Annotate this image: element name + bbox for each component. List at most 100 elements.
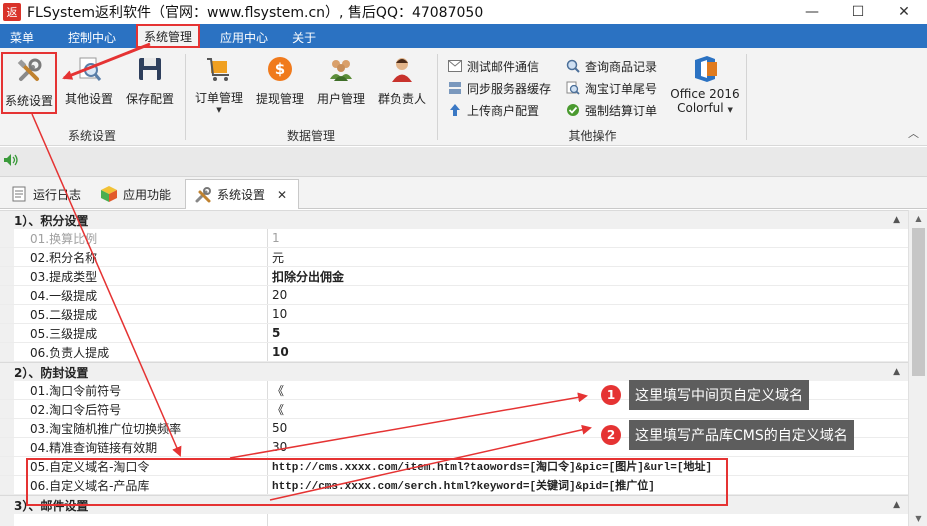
ribbon-separator xyxy=(437,54,438,140)
force-settle-order-label: 强制结算订单 xyxy=(585,103,658,118)
tab-run-log[interactable]: 运行日志 xyxy=(6,179,87,209)
office-theme-label-line2: Colorful ▼ xyxy=(677,101,733,115)
menu-bar: 菜单 控制中心 系统管理 应用中心 关于 xyxy=(0,24,927,48)
sync-cache-label: 同步服务器缓存 xyxy=(467,81,552,96)
log-document-icon xyxy=(10,185,28,203)
search-document-icon xyxy=(566,81,580,95)
upload-merchant-config-label: 上传商户配置 xyxy=(467,103,540,118)
taobao-order-suffix-button[interactable]: 淘宝订单尾号 xyxy=(566,78,657,98)
ribbon-separator xyxy=(185,54,186,140)
taobao-order-suffix-label: 淘宝订单尾号 xyxy=(585,81,658,96)
server-sync-icon xyxy=(448,81,462,95)
system-settings-label: 系统设置 xyxy=(4,94,53,108)
annotation-1: 1 这里填写中间页自定义域名 xyxy=(601,380,809,410)
withdraw-management-button[interactable]: $ 提现管理 xyxy=(251,52,309,114)
table-row[interactable]: 01.换算比例 1 xyxy=(0,229,908,248)
tab-system-settings[interactable]: 系统设置 ✕ xyxy=(185,179,299,209)
collapse-icon[interactable]: ▲ xyxy=(893,500,900,510)
shopping-cart-icon xyxy=(204,54,234,83)
user-management-button[interactable]: 用户管理 xyxy=(312,52,370,114)
table-row[interactable] xyxy=(0,514,908,526)
save-config-button[interactable]: 保存配置 xyxy=(121,52,179,114)
group-label-system-settings: 系统设置 xyxy=(67,129,116,143)
save-config-label: 保存配置 xyxy=(125,92,174,106)
collapse-icon[interactable]: ▲ xyxy=(893,367,900,377)
minimize-button[interactable]: — xyxy=(789,0,835,24)
order-management-button[interactable]: 订单管理 ▼ xyxy=(190,52,248,114)
app-icon: 返 xyxy=(3,3,21,21)
force-settle-order-button[interactable]: 强制结算订单 xyxy=(566,100,657,120)
search-icon xyxy=(566,59,580,73)
query-product-records-label: 查询商品记录 xyxy=(585,59,658,74)
check-circle-icon xyxy=(566,103,580,117)
other-settings-label: 其他设置 xyxy=(64,92,113,106)
collapse-icon[interactable]: ▲ xyxy=(893,215,900,225)
menu-tab-system-management[interactable]: 系统管理 xyxy=(136,24,201,48)
svg-text:$: $ xyxy=(275,60,285,78)
floppy-disk-icon xyxy=(135,54,165,84)
ribbon-group-other-ops: 测试邮件通信 同步服务器缓存 上传商户配置 查询商品记录 淘宝订单尾号 强制结算… xyxy=(440,48,745,146)
ribbon-separator xyxy=(746,54,747,140)
table-row[interactable]: 05.三级提成 5 xyxy=(0,324,908,343)
annotation-text: 这里填写产品库CMS的自定义域名 xyxy=(629,420,854,450)
upload-merchant-config-button[interactable]: 上传商户配置 xyxy=(448,100,539,120)
cube-icon xyxy=(100,185,118,203)
tab-run-log-label: 运行日志 xyxy=(33,187,82,202)
ribbon-group-system-settings: 系统设置 其他设置 保存配置 系统设置 xyxy=(0,48,184,146)
magnifier-document-icon xyxy=(74,54,104,84)
user-management-label: 用户管理 xyxy=(316,92,365,106)
menu-tab-control-center[interactable]: 控制中心 xyxy=(46,26,128,48)
section-header[interactable]: 1）、积分设置 ▲ xyxy=(0,210,908,229)
ribbon: 系统设置 其他设置 保存配置 系统设置 订单管理 ▼ $ 提现管理 用户管理 群… xyxy=(0,48,927,146)
tab-app-functions-label: 应用功能 xyxy=(123,187,172,202)
scroll-thumb[interactable] xyxy=(912,228,925,376)
section-header[interactable]: 2）、防封设置 ▲ xyxy=(0,362,908,381)
annotation-number: 2 xyxy=(601,425,621,445)
office-theme-label-line1: Office 2016 xyxy=(670,87,740,101)
close-button[interactable]: ✕ xyxy=(881,0,927,24)
group-leader-button[interactable]: 群负责人 xyxy=(373,52,431,114)
speaker-icon[interactable] xyxy=(3,153,19,170)
menu-tab-app-center[interactable]: 应用中心 xyxy=(200,26,280,48)
annotation-text: 这里填写中间页自定义域名 xyxy=(629,380,809,410)
close-tab-icon[interactable]: ✕ xyxy=(277,188,287,202)
status-strip xyxy=(0,147,927,177)
scroll-down-icon[interactable]: ▼ xyxy=(909,510,927,526)
scroll-up-icon[interactable]: ▲ xyxy=(909,210,927,226)
table-row[interactable]: 04.一级提成 20 xyxy=(0,286,908,305)
sync-cache-button[interactable]: 同步服务器缓存 xyxy=(448,78,551,98)
other-settings-button[interactable]: 其他设置 xyxy=(60,52,118,114)
withdraw-management-label: 提现管理 xyxy=(255,92,304,106)
table-row[interactable]: 06.负责人提成 10 xyxy=(0,343,908,362)
maximize-button[interactable]: ☐ xyxy=(835,0,881,24)
tab-app-functions[interactable]: 应用功能 xyxy=(96,179,177,209)
window-title: FLSystem返利软件（官网：www.flsystem.cn）, 售后QQ：4… xyxy=(27,5,484,21)
tools-icon xyxy=(194,186,212,204)
upload-arrow-icon xyxy=(448,103,462,117)
annotation-number: 1 xyxy=(601,385,621,405)
title-bar: 返 FLSystem返利软件（官网：www.flsystem.cn）, 售后QQ… xyxy=(0,0,927,24)
users-group-icon xyxy=(326,54,356,84)
dropdown-arrow-icon: ▼ xyxy=(727,106,733,114)
group-label-data-management: 数据管理 xyxy=(286,129,335,143)
table-row[interactable]: 05.二级提成 10 xyxy=(0,305,908,324)
office-logo-icon xyxy=(690,54,720,84)
vertical-scrollbar[interactable]: ▲ ▼ xyxy=(908,210,927,526)
group-leader-label: 群负责人 xyxy=(377,92,426,106)
annotation-2: 2 这里填写产品库CMS的自定义域名 xyxy=(601,420,854,450)
menu-tab-menu[interactable]: 菜单 xyxy=(0,26,46,48)
tab-system-settings-label: 系统设置 xyxy=(217,188,266,202)
collapse-ribbon-icon[interactable]: ︿ xyxy=(908,125,919,141)
document-tabs: 运行日志 应用功能 系统设置 ✕ xyxy=(0,177,927,209)
office-theme-button[interactable]: Office 2016 Colorful ▼ xyxy=(670,52,740,115)
menu-tab-about[interactable]: 关于 xyxy=(280,26,328,48)
system-settings-button[interactable]: 系统设置 xyxy=(1,52,57,114)
test-mail-button[interactable]: 测试邮件通信 xyxy=(448,56,539,76)
person-icon xyxy=(387,54,417,84)
table-row[interactable]: 03.提成类型 扣除分出佣金 xyxy=(0,267,908,286)
tools-icon xyxy=(14,56,44,86)
group-label-other-ops: 其他操作 xyxy=(568,129,617,143)
query-product-records-button[interactable]: 查询商品记录 xyxy=(566,56,657,76)
table-row[interactable]: 02.积分名称元 xyxy=(0,248,908,267)
envelope-icon xyxy=(448,59,462,73)
